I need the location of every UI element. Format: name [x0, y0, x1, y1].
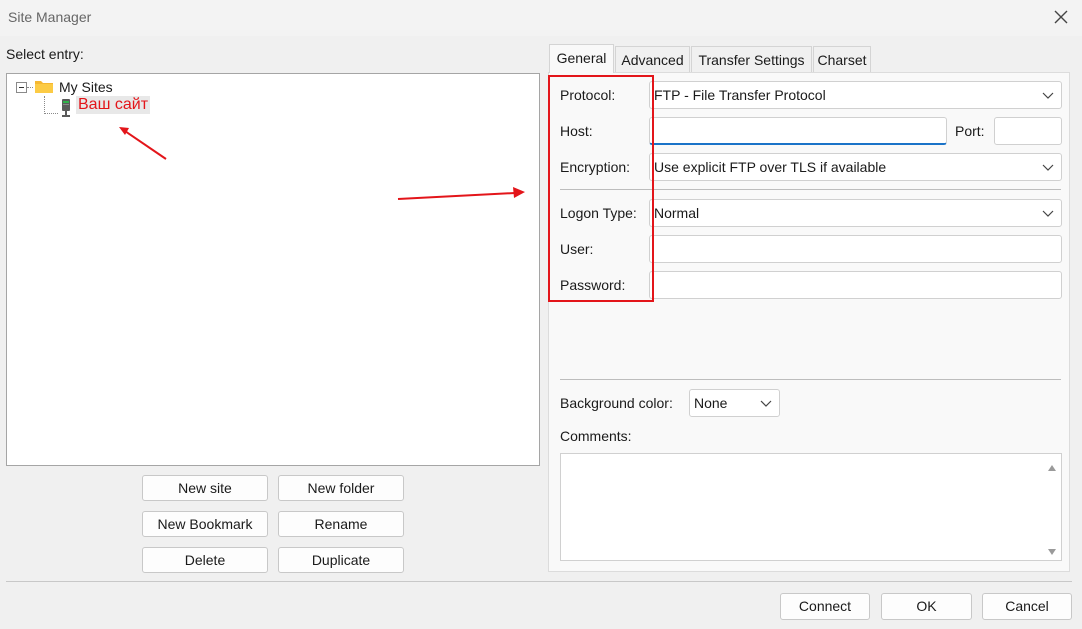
- folder-icon: [34, 78, 54, 94]
- encryption-value: Use explicit FTP over TLS if available: [654, 159, 887, 175]
- rename-button[interactable]: Rename: [278, 511, 404, 537]
- close-icon[interactable]: [1052, 6, 1070, 28]
- tree-site-label[interactable]: Ваш сайт: [76, 96, 151, 114]
- user-input[interactable]: [649, 235, 1062, 263]
- encryption-select[interactable]: Use explicit FTP over TLS if available: [649, 153, 1062, 181]
- port-label: Port:: [955, 123, 985, 139]
- chevron-down-icon: [1042, 164, 1054, 171]
- chevron-down-icon: [1042, 92, 1054, 99]
- new-folder-button[interactable]: New folder: [278, 475, 404, 501]
- protocol-value: FTP - File Transfer Protocol: [654, 87, 826, 103]
- server-icon: [60, 98, 72, 118]
- title-bar: [0, 0, 1082, 36]
- comments-textarea[interactable]: [560, 453, 1062, 561]
- background-color-select[interactable]: None: [689, 389, 780, 417]
- tree-connector: [44, 96, 45, 114]
- scroll-up-icon[interactable]: [1047, 460, 1057, 471]
- tab-transfer-settings[interactable]: Transfer Settings: [691, 46, 812, 72]
- tab-charset[interactable]: Charset: [813, 46, 871, 72]
- tree-root-label[interactable]: My Sites: [59, 79, 113, 95]
- logon-type-select[interactable]: Normal: [649, 199, 1062, 227]
- host-input[interactable]: [649, 117, 947, 145]
- logon-type-value: Normal: [654, 205, 700, 221]
- window-title: Site Manager: [8, 9, 92, 25]
- connect-button[interactable]: Connect: [780, 593, 870, 620]
- new-site-button[interactable]: New site: [142, 475, 268, 501]
- annotation-arrow: [397, 187, 525, 200]
- select-entry-label: Select entry:: [6, 46, 84, 62]
- chevron-down-icon: [760, 400, 772, 407]
- site-tree[interactable]: My Sites Ваш сайт: [6, 73, 540, 466]
- divider: [560, 379, 1061, 380]
- new-bookmark-button[interactable]: New Bookmark: [142, 511, 268, 537]
- delete-button[interactable]: Delete: [142, 547, 268, 573]
- background-color-value: None: [694, 395, 728, 411]
- cancel-button[interactable]: Cancel: [982, 593, 1072, 620]
- scroll-down-icon[interactable]: [1047, 544, 1057, 555]
- collapse-toggle[interactable]: [16, 82, 27, 93]
- chevron-down-icon: [1042, 210, 1054, 217]
- annotation-highlight-box: [548, 75, 654, 302]
- annotation-arrow: [119, 127, 167, 160]
- tree-connector: [27, 87, 33, 88]
- duplicate-button[interactable]: Duplicate: [278, 547, 404, 573]
- ok-button[interactable]: OK: [881, 593, 972, 620]
- port-input[interactable]: [994, 117, 1062, 145]
- footer-divider: [6, 581, 1072, 582]
- password-input[interactable]: [649, 271, 1062, 299]
- comments-label: Comments:: [560, 428, 632, 444]
- tab-advanced[interactable]: Advanced: [615, 46, 690, 72]
- tab-general[interactable]: General: [549, 44, 614, 73]
- protocol-select[interactable]: FTP - File Transfer Protocol: [649, 81, 1062, 109]
- background-color-label: Background color:: [560, 395, 673, 411]
- tree-connector: [44, 113, 58, 114]
